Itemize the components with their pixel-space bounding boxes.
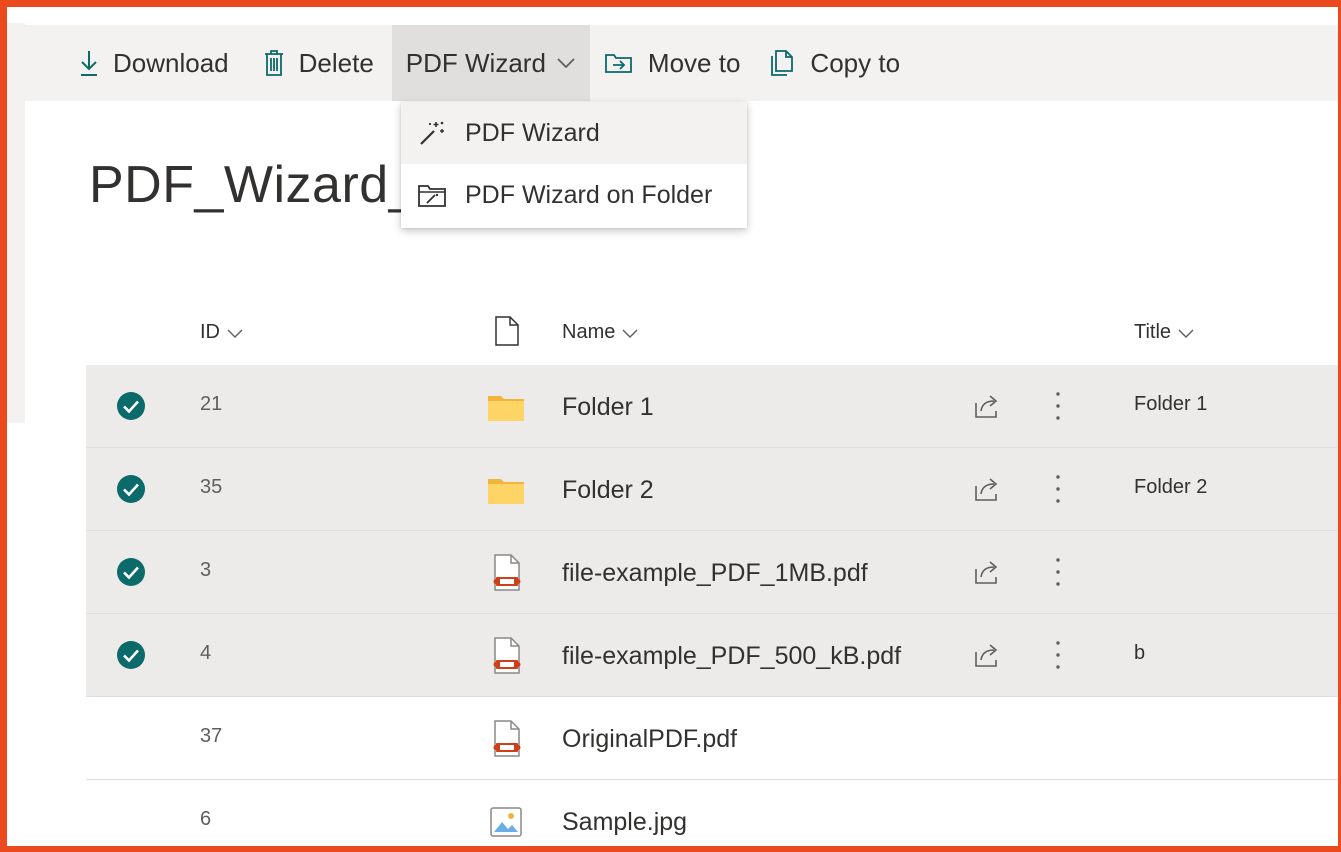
menu-item-label: PDF Wizard on Folder bbox=[465, 180, 713, 209]
chevron-down-icon bbox=[622, 329, 638, 338]
folder-icon bbox=[486, 387, 526, 427]
app-frame: Download Delete PDF Wizard Move to Copy … bbox=[0, 0, 1341, 852]
menu-item-pdf-wizard-on-folder[interactable]: PDF Wizard on Folder bbox=[401, 164, 747, 226]
copy-icon bbox=[771, 50, 794, 76]
more-options-icon[interactable] bbox=[1052, 555, 1064, 589]
cell-id: 6 bbox=[200, 808, 212, 830]
cell-name-link[interactable]: OriginalPDF.pdf bbox=[562, 725, 737, 754]
command-bar: Download Delete PDF Wizard Move to Copy … bbox=[25, 25, 1338, 101]
column-header-id[interactable]: ID bbox=[200, 321, 244, 344]
table-row[interactable]: 21 Folder 1 Folder 1 bbox=[86, 365, 1338, 448]
left-nav-strip bbox=[7, 23, 25, 423]
cell-name-link[interactable]: file-example_PDF_500_kB.pdf bbox=[562, 642, 901, 671]
menu-item-pdf-wizard[interactable]: PDF Wizard bbox=[401, 102, 747, 164]
cell-id: 37 bbox=[200, 725, 223, 747]
pdf-file-icon bbox=[486, 636, 526, 676]
share-icon[interactable] bbox=[972, 474, 1002, 504]
chevron-down-icon bbox=[1178, 329, 1194, 338]
cell-name-link[interactable]: Folder 2 bbox=[562, 476, 654, 505]
trash-icon bbox=[264, 50, 283, 76]
share-icon[interactable] bbox=[972, 557, 1002, 587]
pdf-file-icon bbox=[486, 553, 526, 593]
column-header-title[interactable]: Title bbox=[1134, 321, 1195, 344]
table-row[interactable]: 4 file-example_PDF_500_kB.pdf b bbox=[86, 614, 1338, 697]
pdf-wizard-label: PDF Wizard bbox=[405, 47, 546, 78]
table-row[interactable]: 37 OriginalPDF.pdf bbox=[86, 697, 1338, 780]
table-row[interactable]: 3 file-example_PDF_1MB.pdf bbox=[86, 531, 1338, 614]
document-icon bbox=[495, 316, 519, 346]
pdf-file-icon bbox=[486, 719, 526, 759]
cell-id: 3 bbox=[200, 559, 212, 581]
table-row[interactable]: 6 Sample.jpg bbox=[86, 780, 1338, 846]
folder-icon bbox=[486, 470, 526, 510]
copy-to-button[interactable]: Copy to bbox=[762, 25, 908, 101]
page-title: PDF_Wizard_T bbox=[89, 156, 451, 214]
cell-name-link[interactable]: file-example_PDF_1MB.pdf bbox=[562, 559, 868, 588]
download-label: Download bbox=[113, 47, 229, 78]
move-to-icon bbox=[605, 54, 632, 73]
column-header-name[interactable]: Name bbox=[562, 321, 639, 344]
pdf-wizard-dropdown: PDF Wizard PDF Wizard on Folder bbox=[401, 102, 747, 228]
more-options-icon[interactable] bbox=[1052, 389, 1064, 423]
table-row[interactable]: 35 Folder 2 Folder 2 bbox=[86, 448, 1338, 531]
list-header: ID Name Title bbox=[86, 295, 1338, 365]
cell-id: 35 bbox=[200, 476, 223, 498]
more-options-icon[interactable] bbox=[1052, 472, 1064, 506]
cell-name-link[interactable]: Folder 1 bbox=[562, 393, 654, 422]
row-checked-icon[interactable] bbox=[116, 391, 146, 421]
folder-wand-icon bbox=[418, 185, 446, 207]
cell-name-link[interactable]: Sample.jpg bbox=[562, 808, 687, 837]
download-button[interactable]: Download bbox=[71, 25, 237, 101]
row-checked-icon[interactable] bbox=[116, 474, 146, 504]
pdf-wizard-button[interactable]: PDF Wizard bbox=[391, 25, 590, 101]
chevron-down-icon bbox=[227, 329, 243, 338]
move-to-button[interactable]: Move to bbox=[596, 25, 749, 101]
more-options-icon[interactable] bbox=[1052, 638, 1064, 672]
magic-wand-icon bbox=[420, 121, 444, 145]
cell-id: 21 bbox=[200, 393, 223, 415]
delete-label: Delete bbox=[298, 47, 374, 78]
document-list: ID Name Title 21 Folder 1 Folder 1 35 Folder… bbox=[86, 295, 1338, 846]
image-file-icon bbox=[486, 802, 526, 842]
chevron-down-icon bbox=[557, 58, 575, 69]
cell-title: Folder 1 bbox=[1134, 393, 1208, 415]
share-icon[interactable] bbox=[972, 640, 1002, 670]
row-checked-icon[interactable] bbox=[116, 557, 146, 587]
row-checked-icon[interactable] bbox=[116, 640, 146, 670]
menu-item-label: PDF Wizard bbox=[465, 118, 600, 147]
download-icon bbox=[81, 51, 97, 76]
cell-id: 4 bbox=[200, 642, 212, 664]
delete-button[interactable]: Delete bbox=[255, 25, 382, 101]
share-icon[interactable] bbox=[972, 391, 1002, 421]
copy-to-label: Copy to bbox=[810, 47, 901, 78]
cell-title: b bbox=[1134, 642, 1146, 664]
move-to-label: Move to bbox=[647, 47, 741, 78]
list-rows: 21 Folder 1 Folder 1 35 Folder 2 Folder 2 3 fil… bbox=[86, 365, 1338, 846]
app-content: Download Delete PDF Wizard Move to Copy … bbox=[7, 7, 1338, 846]
file-type-header[interactable] bbox=[488, 315, 520, 347]
cell-title: Folder 2 bbox=[1134, 476, 1208, 498]
